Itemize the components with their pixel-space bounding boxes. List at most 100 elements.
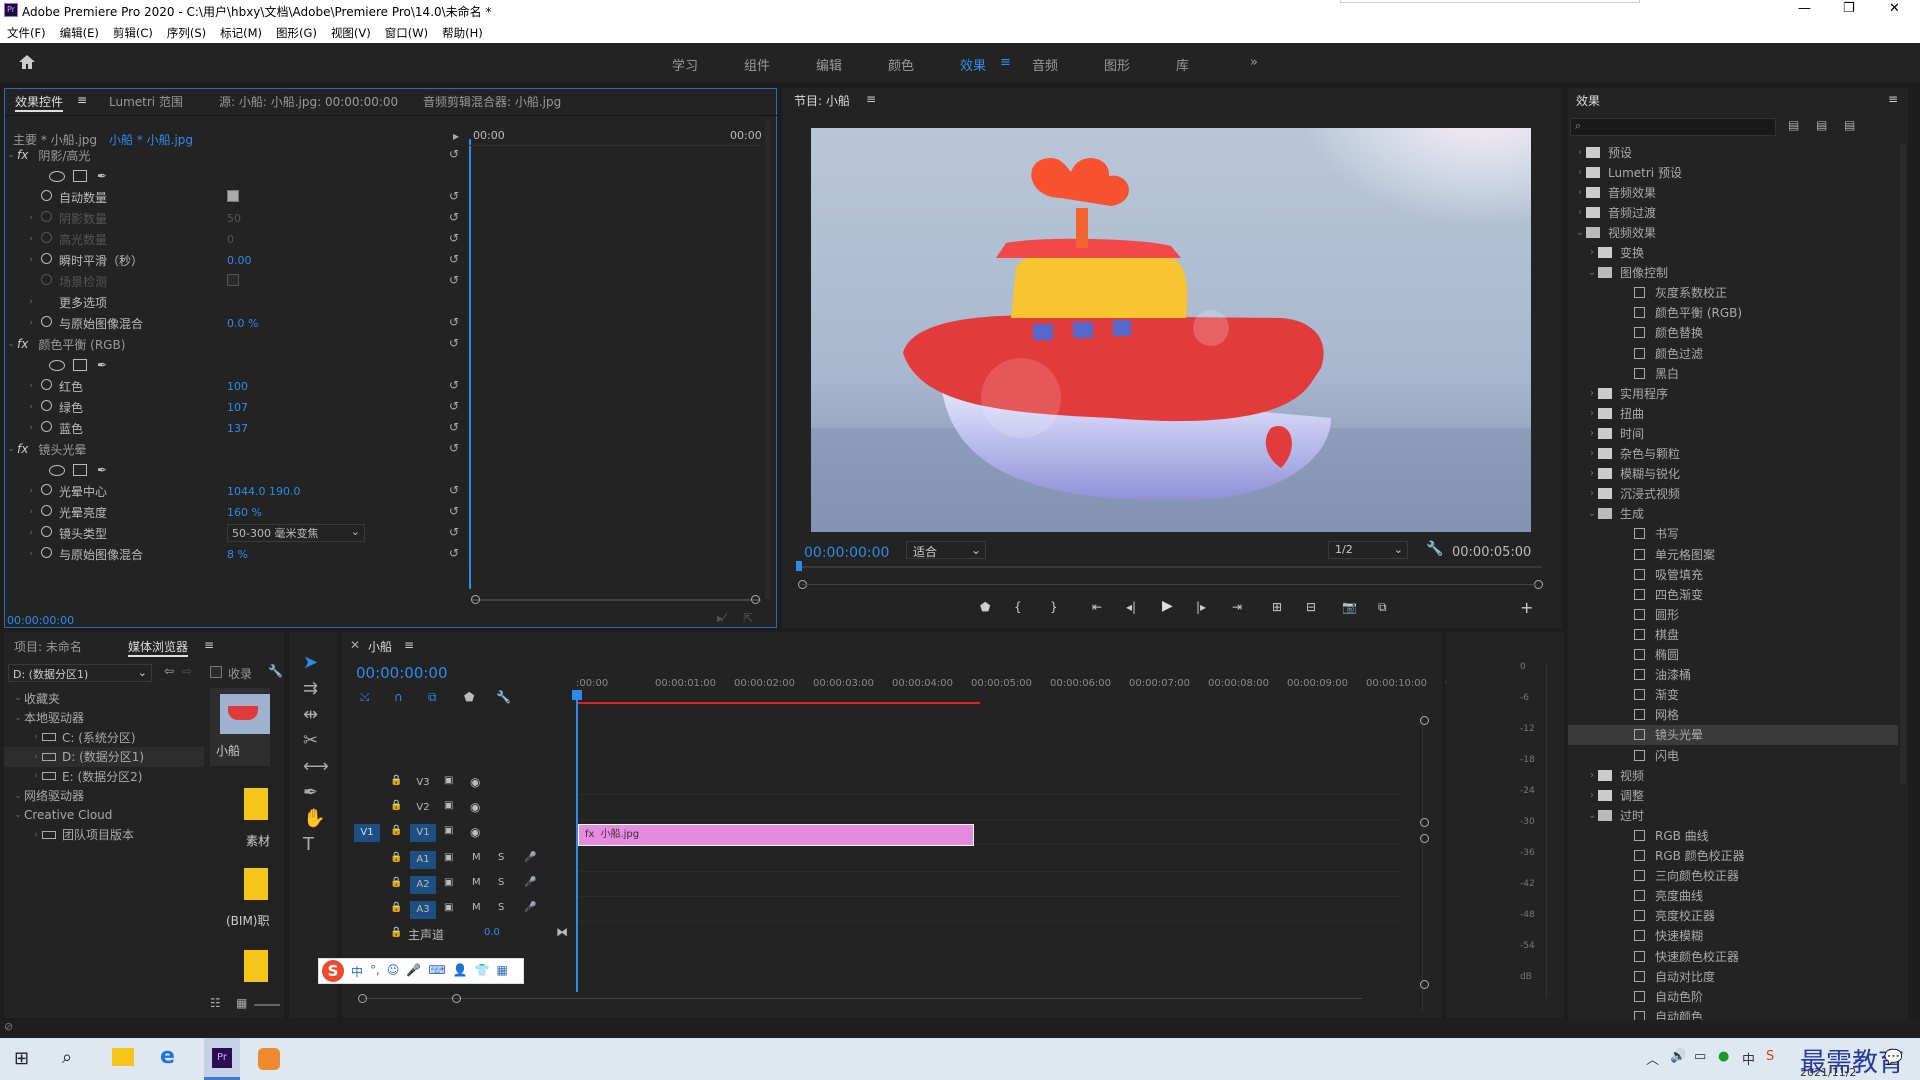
rectangle-mask-icon[interactable] bbox=[73, 170, 87, 182]
menu-file[interactable]: 文件(F) bbox=[7, 26, 46, 40]
voiceover-mic-icon[interactable]: 🎤 bbox=[524, 902, 536, 913]
selection-tool-icon[interactable]: ➤ bbox=[303, 652, 318, 673]
expand-triangle-icon[interactable]: › bbox=[25, 381, 37, 391]
lens-type-dropdown[interactable]: 50-300 毫米变焦 ⌄ bbox=[227, 524, 365, 542]
effects-search-input[interactable]: ⌕ bbox=[1570, 118, 1776, 136]
collapsed-triangle-icon[interactable]: › bbox=[1586, 408, 1598, 419]
thumb-size-slider[interactable] bbox=[254, 1004, 280, 1006]
expand-triangle-icon[interactable]: › bbox=[25, 423, 37, 433]
effect-tree-item[interactable]: › 调整 bbox=[1568, 785, 1898, 805]
ingest-checkbox[interactable] bbox=[210, 666, 222, 681]
collapsed-triangle-icon[interactable]: › bbox=[1586, 468, 1598, 479]
rectangle-mask-icon[interactable] bbox=[73, 359, 87, 371]
ime-item[interactable]: 👤 bbox=[453, 963, 468, 980]
playhead-handle[interactable] bbox=[572, 690, 582, 700]
program-scrub-bar[interactable] bbox=[802, 566, 1542, 568]
a-zoom-handle[interactable] bbox=[1420, 834, 1429, 843]
pen-mask-icon[interactable]: ✒ bbox=[97, 463, 107, 477]
windows-start-icon[interactable]: ⊞ bbox=[14, 1048, 29, 1069]
thumb-boat[interactable]: 小船 bbox=[210, 688, 270, 766]
property-value[interactable]: 0 bbox=[227, 233, 234, 246]
effect-tree-item[interactable]: ⌄ 生成 bbox=[1568, 504, 1898, 524]
eye-icon[interactable]: ◉ bbox=[470, 825, 480, 839]
comparison-view-button[interactable]: ⧉ bbox=[1378, 600, 1387, 615]
reset-icon[interactable]: ↺ bbox=[449, 483, 459, 497]
solo-button[interactable]: S bbox=[498, 877, 504, 888]
workspace-editing[interactable]: 编辑 bbox=[816, 55, 842, 74]
back-icon[interactable]: ⇦ bbox=[164, 664, 174, 678]
media-tree-item[interactable]: › E: (数据分区2) bbox=[4, 766, 204, 786]
hand-tool-icon[interactable]: ✋ bbox=[303, 808, 325, 829]
menu-marker[interactable]: 标记(M) bbox=[220, 26, 262, 40]
reset-icon[interactable]: ↺ bbox=[449, 315, 459, 329]
pen-mask-icon[interactable]: ✒ bbox=[97, 169, 107, 183]
effect-tree-item[interactable]: › 时间 bbox=[1568, 423, 1898, 443]
folder-icon[interactable] bbox=[244, 868, 268, 900]
ime-toolbar[interactable]: S 中 °, ☺ 🎤 ⌨ 👤 👕 ▦ bbox=[318, 958, 524, 984]
play-button[interactable]: ▶ bbox=[1162, 598, 1173, 614]
reset-icon[interactable]: ↺ bbox=[449, 525, 459, 539]
track-select-tool-icon[interactable]: ⇉ bbox=[303, 678, 318, 699]
media-tree-item[interactable]: ⌄ 收藏夹 bbox=[4, 688, 204, 708]
reset-icon[interactable]: ↺ bbox=[449, 336, 459, 350]
more-workspaces-icon[interactable]: » bbox=[1250, 55, 1258, 70]
ime-item[interactable]: 🎤 bbox=[406, 963, 421, 980]
stopwatch-icon[interactable] bbox=[41, 526, 52, 537]
tray-app-icon[interactable]: ● bbox=[1718, 1049, 1729, 1064]
reset-icon[interactable]: ↺ bbox=[449, 210, 459, 224]
fx-toggle-icon[interactable]: fx bbox=[17, 148, 28, 162]
sync-lock-icon[interactable]: ▣ bbox=[444, 825, 453, 836]
list-view-icon[interactable]: ☷ bbox=[210, 996, 221, 1010]
stopwatch-icon[interactable] bbox=[41, 253, 52, 264]
expanded-triangle-icon[interactable]: ⌄ bbox=[1586, 267, 1598, 278]
stopwatch-icon[interactable] bbox=[41, 232, 52, 243]
reset-icon[interactable]: ↺ bbox=[449, 441, 459, 455]
mute-button[interactable]: M bbox=[472, 852, 481, 863]
collapsed-triangle-icon[interactable]: › bbox=[1574, 167, 1586, 178]
lock-icon[interactable]: 🔒 bbox=[390, 800, 402, 811]
effect-tree-item[interactable]: RGB 颜色校正器 bbox=[1568, 846, 1898, 866]
linked-selection-icon[interactable]: ⧉ bbox=[428, 690, 437, 705]
stopwatch-icon[interactable] bbox=[41, 421, 52, 432]
effect-header[interactable]: ⌄ fx 颜色平衡 (RGB) bbox=[5, 334, 125, 354]
effect-tree-item[interactable]: 圆形 bbox=[1568, 604, 1898, 624]
filter-icon[interactable]: ⇱ bbox=[743, 611, 753, 625]
forward-icon[interactable]: ⇨ bbox=[182, 664, 192, 678]
effect-tree-item[interactable]: 灰度系数校正 bbox=[1568, 283, 1898, 303]
h-zoom-left[interactable] bbox=[358, 994, 367, 1003]
property-value[interactable]: 107 bbox=[227, 401, 248, 414]
lock-icon[interactable]: 🔒 bbox=[390, 852, 402, 863]
zoom-handle-left[interactable] bbox=[471, 595, 480, 604]
go-to-out-button[interactable]: ⇥ bbox=[1232, 600, 1242, 614]
lock-icon[interactable]: 🔒 bbox=[390, 927, 402, 938]
razor-tool-icon[interactable]: ✂ bbox=[303, 730, 318, 751]
tree-triangle-icon[interactable]: ⌄ bbox=[12, 791, 24, 801]
maximize-button[interactable]: ❐ bbox=[1843, 1, 1855, 16]
effect-tree-item[interactable]: 亮度曲线 bbox=[1568, 886, 1898, 906]
reset-icon[interactable]: ↺ bbox=[449, 231, 459, 245]
menu-sequence[interactable]: 序列(S) bbox=[167, 26, 206, 40]
resolution-dropdown[interactable]: 1/2 ⌄ bbox=[1328, 541, 1408, 559]
menu-window[interactable]: 窗口(W) bbox=[385, 26, 428, 40]
accelerated-effects-icon[interactable]: ▤ bbox=[1788, 118, 1799, 132]
menu-clip[interactable]: 剪辑(C) bbox=[113, 26, 153, 40]
ingest-settings-icon[interactable]: 🔧 bbox=[268, 664, 283, 678]
tree-triangle-icon[interactable]: › bbox=[30, 771, 42, 781]
nest-toggle-icon[interactable]: ⤩ bbox=[360, 690, 370, 705]
export-frame-button[interactable]: 📷 bbox=[1342, 600, 1357, 614]
ime-item[interactable]: ▦ bbox=[497, 963, 508, 980]
step-forward-button[interactable]: |▸ bbox=[1196, 600, 1206, 614]
tab-media-browser[interactable]: 媒体浏览器 bbox=[128, 638, 189, 657]
v-zoom-handle[interactable] bbox=[1420, 716, 1429, 725]
program-playhead[interactable] bbox=[796, 561, 802, 571]
tree-triangle-icon[interactable]: › bbox=[30, 752, 42, 762]
play-only-icon[interactable]: ▸ bbox=[453, 129, 459, 143]
collapse-triangle-icon[interactable]: ⌄ bbox=[5, 150, 17, 160]
media-tree-item[interactable]: ⌄ 本地驱动器 bbox=[4, 708, 204, 728]
solo-button[interactable]: S bbox=[498, 902, 504, 913]
timeline-menu-icon[interactable]: ≡ bbox=[404, 638, 414, 652]
zoom-handle-right[interactable] bbox=[751, 595, 760, 604]
media-tree-item[interactable]: ⌄ Creative Cloud bbox=[4, 805, 204, 825]
reset-icon[interactable]: ↺ bbox=[449, 378, 459, 392]
rectangle-mask-icon[interactable] bbox=[73, 464, 87, 476]
